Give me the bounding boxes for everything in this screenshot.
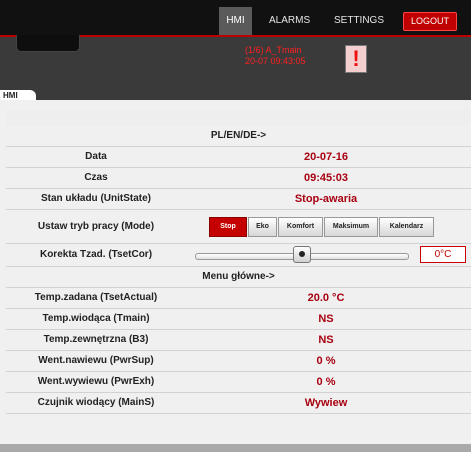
section-language-title: PL/EN/DE-> <box>210 130 267 141</box>
section-main-menu-title: Menu główne-> <box>202 271 275 282</box>
row-b3[interactable]: Temp.zewnętrzna (B3) NS <box>6 330 471 351</box>
mode-button-kalendarz[interactable]: Kalendarz <box>379 217 434 237</box>
row-label: Korekta Tzad. (TsetCor) <box>39 249 153 260</box>
mode-button-stop[interactable]: Stop <box>209 217 247 237</box>
nav-hmi-tab[interactable]: HMI <box>219 7 252 35</box>
mode-selector: Stop Eko Komfort Maksimum Kalendarz <box>209 217 435 237</box>
nav-settings-link[interactable]: SETTINGS <box>334 8 384 34</box>
row-korekta: Korekta Tzad. (TsetCor) 0°C <box>6 244 471 267</box>
mode-button-komfort[interactable]: Komfort <box>278 217 323 237</box>
row-label: Ustaw tryb pracy (Mode) <box>37 221 155 232</box>
row-czas: Czas 09:45:03 <box>6 168 471 189</box>
row-mode: Ustaw tryb pracy (Mode) Stop Eko Komfort… <box>6 210 471 244</box>
section-language-header[interactable]: PL/EN/DE-> <box>6 126 471 147</box>
alarm-line-2: 20-07 09:43:05 <box>245 56 306 66</box>
row-label: Went.nawiewu (PwrSup) <box>38 355 154 366</box>
row-tset-actual[interactable]: Temp.zadana (TsetActual) 20.0 °C <box>6 288 471 309</box>
row-value: NS <box>318 334 334 346</box>
row-label: Czujnik wiodący (MainS) <box>37 397 155 408</box>
alarm-message[interactable]: (1/6) A_Tmain 20-07 09:43:05 <box>245 45 306 67</box>
row-label: Data <box>85 151 107 162</box>
row-value: 20-07-16 <box>303 151 349 163</box>
temp-correction-value[interactable]: 0°C <box>420 246 466 263</box>
logout-button[interactable]: LOGOUT <box>403 12 457 31</box>
mode-button-maksimum[interactable]: Maksimum <box>324 217 378 237</box>
alarm-line-1: (1/6) A_Tmain <box>245 45 302 55</box>
footer-bar <box>0 444 471 452</box>
row-label: Czas <box>84 172 108 183</box>
alarm-header: (1/6) A_Tmain 20-07 09:43:05 ! HMI <box>0 35 471 102</box>
row-value: 20.0 °C <box>307 292 345 304</box>
logo-placeholder <box>16 35 80 52</box>
section-main-menu-header[interactable]: Menu główne-> <box>6 267 471 288</box>
row-value: 0 % <box>316 355 336 367</box>
row-label: Temp.zewnętrzna (B3) <box>43 334 149 345</box>
row-unit-state: Stan układu (UnitState) Stop-awaria <box>6 189 471 210</box>
content-top-strip <box>6 110 471 126</box>
nav-alarms-link[interactable]: ALARMS <box>269 8 310 34</box>
slider-thumb-icon[interactable] <box>293 246 311 263</box>
row-tmain[interactable]: Temp.wiodąca (Tmain) NS <box>6 309 471 330</box>
row-pwr-sup[interactable]: Went.nawiewu (PwrSup) 0 % <box>6 351 471 372</box>
row-value: 09:45:03 <box>303 172 349 184</box>
row-main-sensor[interactable]: Czujnik wiodący (MainS) Wywiew <box>6 393 471 414</box>
row-pwr-exh[interactable]: Went.wywiewu (PwrExh) 0 % <box>6 372 471 393</box>
row-label: Temp.wiodąca (Tmain) <box>42 313 150 324</box>
row-value: Wywiew <box>304 397 348 409</box>
exclamation-icon[interactable]: ! <box>345 45 367 73</box>
row-label: Temp.zadana (TsetActual) <box>34 292 158 303</box>
row-value: NS <box>318 313 334 325</box>
row-label: Went.wywiewu (PwrExh) <box>37 376 155 387</box>
row-label: Stan układu (UnitState) <box>40 193 151 204</box>
row-data: Data 20-07-16 <box>6 147 471 168</box>
row-value: Stop-awaria <box>294 193 358 205</box>
mode-button-eko[interactable]: Eko <box>248 217 277 237</box>
row-value: 0 % <box>316 376 336 388</box>
top-navigation-bar: HMI ALARMS SETTINGS LOGOUT <box>0 0 471 35</box>
